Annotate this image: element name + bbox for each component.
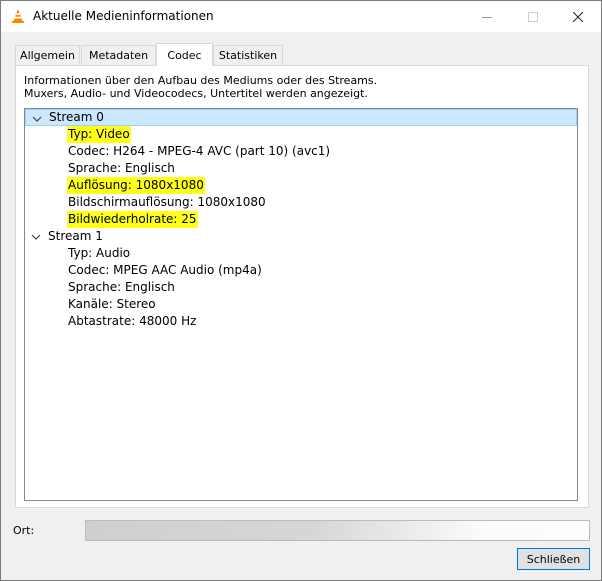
title-bar[interactable]: Aktuelle Medieninformationen <box>1 1 601 32</box>
tree-leaf[interactable]: Typ: Video <box>25 126 577 143</box>
location-field[interactable] <box>85 520 590 541</box>
stream-property: Sprache: Englisch <box>68 280 175 294</box>
tree-leaf[interactable]: Typ: Audio <box>25 245 577 262</box>
stream-label: Stream 1 <box>48 229 103 243</box>
stream-property: Sprache: Englisch <box>68 161 175 175</box>
close-button[interactable]: Schließen <box>517 548 590 570</box>
stream-property: Abtastrate: 48000 Hz <box>68 314 197 328</box>
tree-node-stream-1[interactable]: Stream 1 <box>25 228 577 245</box>
tree-leaf[interactable]: Codec: MPEG AAC Audio (mp4a) <box>25 262 577 279</box>
description-line-2: Muxers, Audio- und Videocodecs, Untertit… <box>24 87 368 100</box>
tree-leaf[interactable]: Codec: H264 - MPEG-4 AVC (part 10) (avc1… <box>25 143 577 160</box>
tree-leaf[interactable]: Abtastrate: 48000 Hz <box>25 313 577 330</box>
tree-leaf[interactable]: Auflösung: 1080x1080 <box>25 177 577 194</box>
tree-leaf[interactable]: Bildschirmauflösung: 1080x1080 <box>25 194 577 211</box>
tree-leaf[interactable]: Sprache: Englisch <box>25 279 577 296</box>
codec-description: Informationen über den Aufbau des Medium… <box>24 74 377 100</box>
location-label: Ort: <box>13 524 35 537</box>
description-line-1: Informationen über den Aufbau des Medium… <box>24 74 378 87</box>
codec-panel: Informationen über den Aufbau des Medium… <box>15 65 589 508</box>
stream-tree[interactable]: Stream 0 Typ: Video Codec: H264 - MPEG-4… <box>24 108 578 501</box>
stream-property: Codec: MPEG AAC Audio (mp4a) <box>68 263 262 277</box>
stream-property: Auflösung: 1080x1080 <box>67 177 205 194</box>
close-window-button[interactable] <box>555 1 601 32</box>
tree-leaf[interactable]: Sprache: Englisch <box>25 160 577 177</box>
tree-node-stream-0[interactable]: Stream 0 <box>25 109 577 126</box>
media-info-window: Aktuelle Medieninformationen Allgemein M… <box>0 0 602 581</box>
tab-metadaten[interactable]: Metadaten <box>81 45 156 65</box>
minimize-icon <box>482 16 492 18</box>
minimize-button[interactable] <box>464 1 510 32</box>
stream-property: Typ: Audio <box>68 246 131 260</box>
tab-allgemein[interactable]: Allgemein <box>15 45 80 65</box>
maximize-button[interactable] <box>510 1 556 32</box>
stream-property: Codec: H264 - MPEG-4 AVC (part 10) (avc1… <box>68 144 331 158</box>
tab-bar: Allgemein Metadaten Codec Statistiken <box>1 43 601 67</box>
window-title: Aktuelle Medieninformationen <box>33 9 214 23</box>
tree-leaf[interactable]: Bildwiederholrate: 25 <box>25 211 577 228</box>
vlc-cone-icon <box>10 8 26 24</box>
tree-leaf[interactable]: Kanäle: Stereo <box>25 296 577 313</box>
stream-property: Bildwiederholrate: 25 <box>67 211 198 228</box>
close-icon <box>573 11 583 22</box>
tab-statistiken[interactable]: Statistiken <box>213 45 283 65</box>
maximize-icon <box>528 11 538 22</box>
stream-property: Bildschirmauflösung: 1080x1080 <box>68 195 266 209</box>
chevron-down-icon[interactable] <box>31 232 41 242</box>
stream-label: Stream 0 <box>49 110 104 124</box>
tab-codec[interactable]: Codec <box>156 43 213 66</box>
stream-property: Typ: Video <box>67 126 131 143</box>
chevron-down-icon[interactable] <box>32 114 42 124</box>
stream-property: Kanäle: Stereo <box>68 297 156 311</box>
